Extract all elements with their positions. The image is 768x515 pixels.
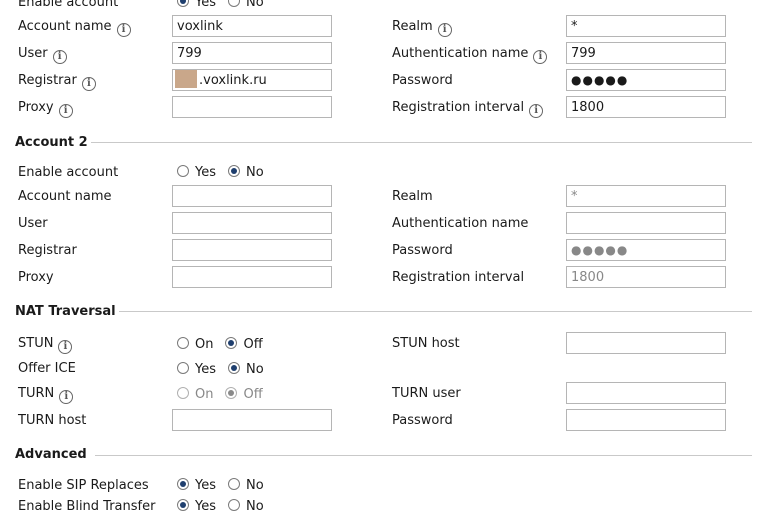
radio-icon <box>228 0 240 7</box>
offer-ice-yes[interactable]: Yes <box>177 362 216 377</box>
account-2-auth-name-field[interactable] <box>566 212 726 234</box>
account-2-registrar-field[interactable] <box>172 239 332 261</box>
info-icon[interactable]: i <box>59 390 74 404</box>
radio-icon <box>225 387 238 399</box>
section-divider <box>119 311 752 312</box>
radio-icon <box>228 165 240 177</box>
registration-interval-label: Registration interval i <box>392 100 544 118</box>
registration-interval-label: Registration interval <box>392 270 525 285</box>
authentication-name-label: Authentication name i <box>392 46 548 64</box>
radio-icon <box>177 387 189 399</box>
turn-on[interactable]: On <box>177 387 213 402</box>
sip-replaces-yes[interactable]: Yes <box>177 478 216 493</box>
info-icon[interactable]: i <box>58 340 73 354</box>
account-1-password-field[interactable]: ●●●●● <box>566 69 726 91</box>
info-icon[interactable]: i <box>52 50 67 64</box>
radio-icon <box>177 478 189 490</box>
realm-label: Realm <box>392 189 433 204</box>
stun-radio-group: On Off <box>177 337 275 353</box>
blind-transfer-label: Enable Blind Transfer <box>18 499 156 514</box>
password-label: Password <box>392 73 453 88</box>
turn-password-label: Password <box>392 413 453 428</box>
enable-account-1-yes[interactable]: Yes <box>177 0 216 10</box>
turn-user-label: TURN user <box>392 386 461 401</box>
account-2-proxy-field[interactable] <box>172 266 332 288</box>
registrar-label: Registrar i <box>18 73 96 91</box>
account-1-user-field[interactable] <box>172 42 332 64</box>
info-icon[interactable]: i <box>116 23 131 37</box>
radio-icon <box>228 362 240 374</box>
info-icon[interactable]: i <box>533 50 548 64</box>
enable-account-2-yes[interactable]: Yes <box>177 165 216 180</box>
stun-host-label: STUN host <box>392 336 460 351</box>
account-1-name-field[interactable] <box>172 15 332 37</box>
enable-account-2-no[interactable]: No <box>228 165 264 180</box>
enable-account-2-radio-group: Yes No <box>177 165 276 181</box>
account-1-registration-interval-field[interactable] <box>566 96 726 118</box>
radio-icon <box>177 499 189 511</box>
blind-transfer-yes[interactable]: Yes <box>177 499 216 514</box>
turn-label: TURN i <box>18 386 74 404</box>
sip-replaces-radio-group: Yes No <box>177 478 276 494</box>
sip-replaces-no[interactable]: No <box>228 478 264 493</box>
info-icon[interactable]: i <box>81 77 96 91</box>
section-divider <box>95 455 752 456</box>
radio-icon <box>228 478 240 490</box>
enable-account-label: Enable account <box>18 0 119 10</box>
blind-transfer-radio-group: Yes No <box>177 499 276 515</box>
turn-user-field[interactable] <box>566 382 726 404</box>
account-2-password-field[interactable]: ●●●●● <box>566 239 726 261</box>
stun-host-field[interactable] <box>566 332 726 354</box>
info-icon[interactable]: i <box>58 104 73 118</box>
radio-icon <box>177 362 189 374</box>
radio-icon <box>225 337 238 349</box>
blind-transfer-no[interactable]: No <box>228 499 264 514</box>
radio-icon <box>177 0 189 7</box>
enable-account-1-radio-group: Yes No <box>177 0 276 11</box>
authentication-name-label: Authentication name <box>392 216 529 231</box>
section-advanced-title: Advanced <box>15 447 87 462</box>
account-2-name-field[interactable] <box>172 185 332 207</box>
account-1-registrar-field[interactable]: .voxlink.ru <box>172 69 332 91</box>
password-label: Password <box>392 243 453 258</box>
radio-icon <box>177 165 189 177</box>
stun-on[interactable]: On <box>177 337 213 352</box>
offer-ice-label: Offer ICE <box>18 361 76 376</box>
account-2-user-field[interactable] <box>172 212 332 234</box>
account-2-realm-field[interactable] <box>566 185 726 207</box>
turn-host-field[interactable] <box>172 409 332 431</box>
section-divider <box>91 142 752 143</box>
offer-ice-no[interactable]: No <box>228 362 264 377</box>
account-name-label: Account name <box>18 189 112 204</box>
enable-account-1-no[interactable]: No <box>228 0 264 10</box>
account-2-registration-interval-field[interactable] <box>566 266 726 288</box>
stun-off[interactable]: Off <box>225 337 263 352</box>
account-1-realm-field[interactable] <box>566 15 726 37</box>
stun-label: STUN i <box>18 336 73 354</box>
radio-icon <box>177 337 189 349</box>
turn-radio-group: On Off <box>177 387 275 403</box>
turn-password-field[interactable] <box>566 409 726 431</box>
user-label: User i <box>18 46 67 64</box>
user-label: User <box>18 216 48 231</box>
account-1-proxy-field[interactable] <box>172 96 332 118</box>
radio-icon <box>228 499 240 511</box>
redacted-block <box>175 70 197 88</box>
sip-replaces-label: Enable SIP Replaces <box>18 478 149 493</box>
turn-host-label: TURN host <box>18 413 87 428</box>
proxy-label: Proxy <box>18 270 54 285</box>
info-icon[interactable]: i <box>437 23 452 37</box>
offer-ice-radio-group: Yes No <box>177 362 276 378</box>
registrar-label: Registrar <box>18 243 77 258</box>
account-1-auth-name-field[interactable] <box>566 42 726 64</box>
turn-off[interactable]: Off <box>225 387 263 402</box>
section-nat-traversal-title: NAT Traversal <box>15 304 116 319</box>
proxy-label: Proxy i <box>18 100 73 118</box>
account-name-label: Account name i <box>18 19 131 37</box>
section-account-2-title: Account 2 <box>15 135 88 150</box>
info-icon[interactable]: i <box>529 104 544 118</box>
realm-label: Realm i <box>392 19 452 37</box>
enable-account-label: Enable account <box>18 165 119 180</box>
